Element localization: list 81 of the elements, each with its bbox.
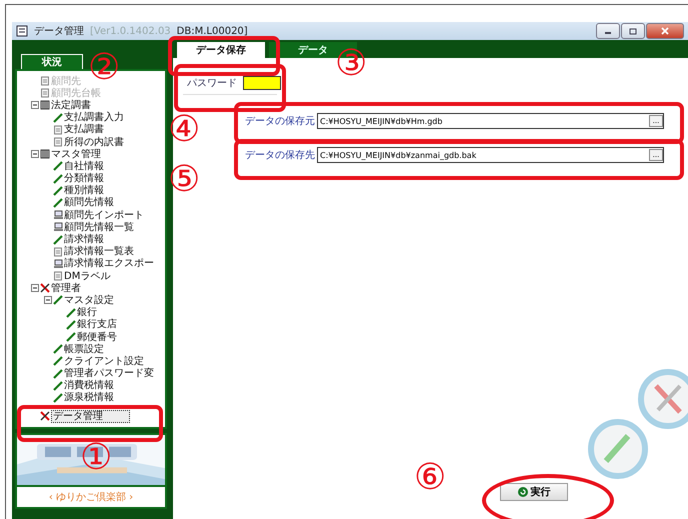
tree-item[interactable]: 源泉税情報 <box>64 392 114 404</box>
browse-button[interactable]: ... <box>649 149 663 161</box>
document-icon <box>53 124 63 135</box>
tree-item[interactable]: 顧問先インポート <box>64 210 144 221</box>
tree-item[interactable]: 所得の内訳書 <box>64 136 124 148</box>
pencil-icon <box>66 308 76 318</box>
document-icon <box>53 271 63 282</box>
pencil-icon <box>53 356 63 366</box>
collapse-icon[interactable] <box>31 101 39 110</box>
step-number: ① <box>80 440 112 476</box>
close-icon <box>661 27 669 35</box>
password-label: パスワード <box>187 77 237 90</box>
cross-icon <box>40 283 50 294</box>
tab[interactable]: データ保存 <box>177 42 265 58</box>
window-title: データ管理 <box>34 25 84 38</box>
execute-button[interactable]: 実行 <box>500 483 568 501</box>
computer-icon <box>53 210 63 220</box>
app-icon <box>16 25 28 37</box>
tree-item[interactable]: マスタ管理 <box>51 148 101 160</box>
document-icon <box>40 76 50 86</box>
computer-icon <box>53 258 63 269</box>
minimize-button[interactable] <box>596 23 620 39</box>
database-text: DB:M.L00020] <box>176 26 248 36</box>
document-icon <box>53 137 63 148</box>
computer-icon <box>53 222 63 232</box>
tree-item[interactable]: 郵便番号 <box>77 332 117 343</box>
collapse-icon[interactable] <box>31 150 39 158</box>
pencil-icon <box>53 198 63 208</box>
tree-item[interactable]: 支払調書入力 <box>64 112 124 124</box>
pencil-icon <box>53 112 63 123</box>
pencil-icon <box>53 344 63 354</box>
pencil-icon <box>53 174 63 184</box>
pencil-icon <box>53 234 63 245</box>
document-icon <box>40 88 50 98</box>
tree-item[interactable]: 種別情報 <box>64 185 104 196</box>
tree-item[interactable]: 請求情報一覧表 <box>64 246 134 258</box>
pencil-icon <box>53 392 63 403</box>
tree-item[interactable]: 顧問先情報一覧 <box>64 222 134 233</box>
version-text: [Ver1.0.1402.03 <box>90 26 171 36</box>
maximize-button[interactable] <box>621 23 645 39</box>
tree-item[interactable]: 管理者パスワード変 <box>64 368 154 380</box>
tree-item[interactable]: 消費税情報 <box>64 380 114 392</box>
pencil-icon <box>53 368 63 379</box>
book-icon <box>40 149 50 160</box>
collapse-icon[interactable] <box>44 296 52 304</box>
book-icon <box>40 100 50 110</box>
tree-item[interactable]: マスタ設定 <box>64 294 114 306</box>
path-field[interactable]: C:¥HOSYU_MEIJIN¥db¥zanmai_gdb.bak ... <box>317 147 664 163</box>
tree-item[interactable]: 自社情報 <box>64 160 104 172</box>
pencil-icon <box>53 380 63 391</box>
tree-item[interactable]: 法定調書 <box>51 100 91 111</box>
step-number: ⑥ <box>414 460 446 496</box>
tree-item[interactable]: 支払調書 <box>64 124 104 136</box>
tree-item[interactable]: 銀行 <box>77 307 97 318</box>
tree-item[interactable]: クライアント設定 <box>64 356 144 367</box>
cross-icon <box>40 411 50 422</box>
path-label: データの保存元 <box>245 115 315 128</box>
tree-item[interactable]: 顧問先情報 <box>64 197 114 208</box>
tree-item[interactable]: 帳票設定 <box>64 344 104 355</box>
pencil-icon <box>66 332 76 342</box>
collapse-icon[interactable] <box>31 284 39 292</box>
sidebar-tab[interactable]: 状況 <box>21 54 83 69</box>
maximize-icon <box>629 28 637 34</box>
tree-item[interactable]: 銀行支店 <box>77 319 117 330</box>
pencil-icon <box>53 295 63 306</box>
path-label: データの保存先 <box>245 148 315 162</box>
tree-item[interactable]: 請求情報 <box>64 234 104 246</box>
tree-item[interactable]: 管理者 <box>51 282 81 294</box>
pencil-icon <box>53 161 63 172</box>
tree-item[interactable]: 請求情報エクスポー <box>64 258 154 270</box>
tree-item[interactable]: データ管理 <box>51 410 130 423</box>
refresh-icon <box>518 487 528 497</box>
browse-button[interactable]: ... <box>649 115 663 127</box>
tree-item[interactable]: 分類情報 <box>64 173 104 184</box>
password-field[interactable] <box>243 76 281 90</box>
close-button[interactable] <box>646 23 684 39</box>
document-icon <box>53 246 63 257</box>
pencil-icon <box>66 320 76 330</box>
pencil-icon <box>53 186 63 196</box>
path-field[interactable]: C:¥HOSYU_MEIJIN¥db¥Hm.gdb ... <box>317 113 664 129</box>
tree-item[interactable]: DMラベル <box>64 270 110 282</box>
